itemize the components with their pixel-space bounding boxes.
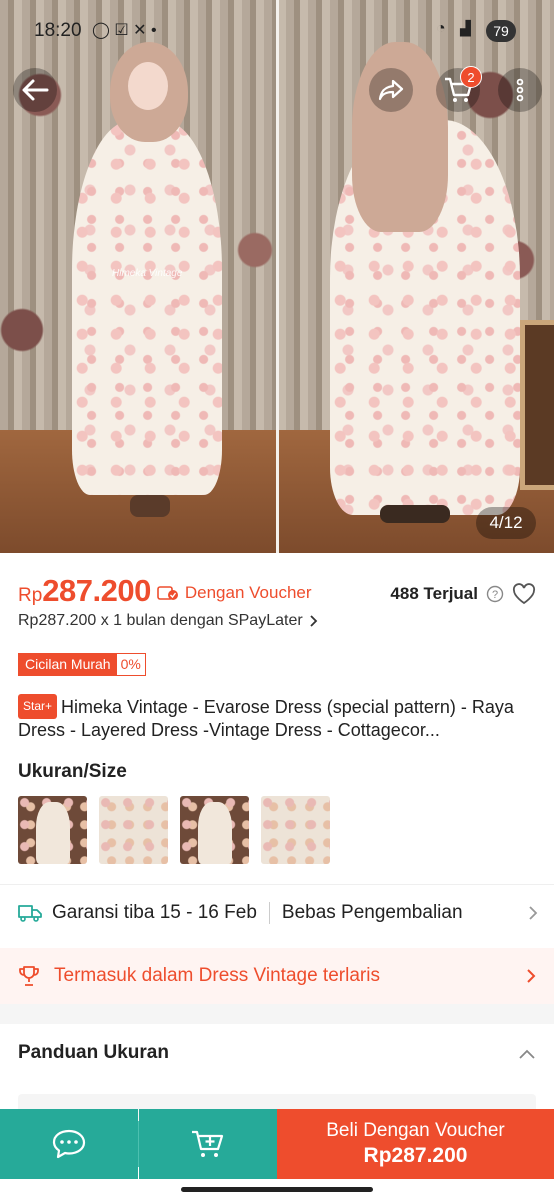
variant-thumbnail[interactable] bbox=[99, 796, 168, 864]
truck-icon bbox=[18, 905, 42, 922]
more-button[interactable] bbox=[498, 68, 542, 112]
size-guide-title[interactable]: Panduan Ukuran bbox=[18, 1042, 169, 1064]
signal-icon: ▟ bbox=[460, 20, 471, 36]
bottom-action-bar: Beli Dengan Voucher Rp287.200 bbox=[0, 1109, 554, 1179]
status-bar: 18:20 ◯ ☑ ✕ • ◔ ▟ 79 bbox=[0, 0, 554, 60]
price-amount: 287.200 bbox=[42, 573, 151, 608]
variant-thumbnails bbox=[18, 796, 330, 864]
status-time: 18:20 bbox=[34, 20, 82, 41]
image-counter: 4/12 bbox=[476, 507, 536, 539]
help-icon[interactable]: ? bbox=[486, 585, 504, 603]
chat-icon bbox=[52, 1129, 86, 1159]
sold-info: 488 Terjual ? bbox=[390, 583, 536, 605]
paylater-row[interactable]: Rp287.200 x 1 bulan dengan SPayLater bbox=[18, 612, 319, 630]
buy-with-voucher-button[interactable]: Beli Dengan Voucher Rp287.200 bbox=[277, 1109, 554, 1179]
watermark-text: Himeka Vintage bbox=[112, 268, 183, 279]
price-row: Rp 287.200 Dengan Voucher bbox=[18, 573, 312, 609]
section-divider bbox=[0, 884, 554, 885]
back-arrow-icon bbox=[22, 79, 49, 101]
product-image-gallery[interactable]: Himeka Vintage 18:20 ◯ ☑ ✕ • ◔ ▟ 79 2 4/… bbox=[0, 0, 554, 553]
home-gesture-pill[interactable] bbox=[181, 1187, 373, 1192]
chevron-right-icon bbox=[527, 969, 536, 983]
left-model-face bbox=[128, 62, 168, 110]
cart-count-badge: 2 bbox=[460, 66, 482, 88]
price-currency: Rp bbox=[18, 585, 43, 606]
variant-label: Ukuran/Size bbox=[18, 761, 127, 782]
voucher-info[interactable]: Dengan Voucher bbox=[157, 583, 312, 603]
chat-button[interactable] bbox=[0, 1109, 138, 1179]
voucher-label: Dengan Voucher bbox=[184, 583, 312, 602]
share-button[interactable] bbox=[369, 68, 413, 112]
add-to-cart-icon bbox=[192, 1130, 224, 1157]
buy-price: Rp287.200 bbox=[363, 1144, 468, 1167]
cicilan-rate: 0% bbox=[120, 656, 141, 672]
shipping-row[interactable]: Garansi tiba 15 - 16 Feb Bebas Pengembal… bbox=[18, 902, 538, 924]
notification-icons: ◯ ☑ ✕ • bbox=[92, 22, 157, 39]
image-divider bbox=[276, 0, 279, 553]
left-model-dress bbox=[72, 120, 222, 495]
cicilan-label: Cicilan Murah bbox=[19, 654, 117, 675]
chevron-right-icon bbox=[310, 615, 317, 627]
chevron-right-icon bbox=[529, 906, 538, 920]
trophy-icon bbox=[19, 966, 39, 986]
product-title: Star+ Himeka Vintage - Evarose Dress (spe… bbox=[18, 694, 538, 742]
chevron-up-icon[interactable] bbox=[518, 1048, 536, 1060]
variant-thumbnail[interactable] bbox=[18, 796, 87, 864]
left-model-shoes bbox=[130, 495, 170, 517]
cicilan-badge: Cicilan Murah 0% bbox=[18, 653, 146, 676]
shipping-separator bbox=[268, 902, 270, 924]
variant-thumbnail[interactable] bbox=[261, 796, 330, 864]
battery-icon: 79 bbox=[486, 20, 516, 42]
section-gap bbox=[0, 1004, 554, 1024]
shipping-guarantee: Garansi tiba 15 - 16 Feb bbox=[52, 902, 257, 923]
picture-frame bbox=[520, 320, 554, 490]
variant-thumbnail[interactable] bbox=[180, 796, 249, 864]
back-button[interactable] bbox=[13, 68, 57, 112]
buy-label: Beli Dengan Voucher bbox=[326, 1120, 505, 1141]
share-icon bbox=[378, 79, 404, 101]
bestseller-banner[interactable]: Termasuk dalam Dress Vintage terlaris bbox=[0, 948, 554, 1004]
product-title-text: Himeka Vintage - Evarose Dress (special … bbox=[18, 697, 514, 740]
star-plus-badge: Star+ bbox=[18, 694, 58, 719]
more-icon bbox=[516, 78, 524, 102]
right-model-shoes bbox=[380, 505, 450, 523]
battery-level: 79 bbox=[493, 23, 509, 39]
paylater-text: Rp287.200 x 1 bulan dengan SPayLater bbox=[18, 612, 303, 629]
wifi-icon: ◔ bbox=[436, 20, 446, 37]
free-returns: Bebas Pengembalian bbox=[281, 902, 463, 923]
sold-count: 488 Terjual bbox=[390, 584, 478, 603]
voucher-icon bbox=[157, 586, 178, 600]
add-to-cart-button[interactable] bbox=[139, 1109, 277, 1179]
svg-text:?: ? bbox=[492, 589, 498, 601]
bestseller-text: Termasuk dalam Dress Vintage terlaris bbox=[54, 965, 380, 986]
heart-icon[interactable] bbox=[512, 583, 536, 605]
